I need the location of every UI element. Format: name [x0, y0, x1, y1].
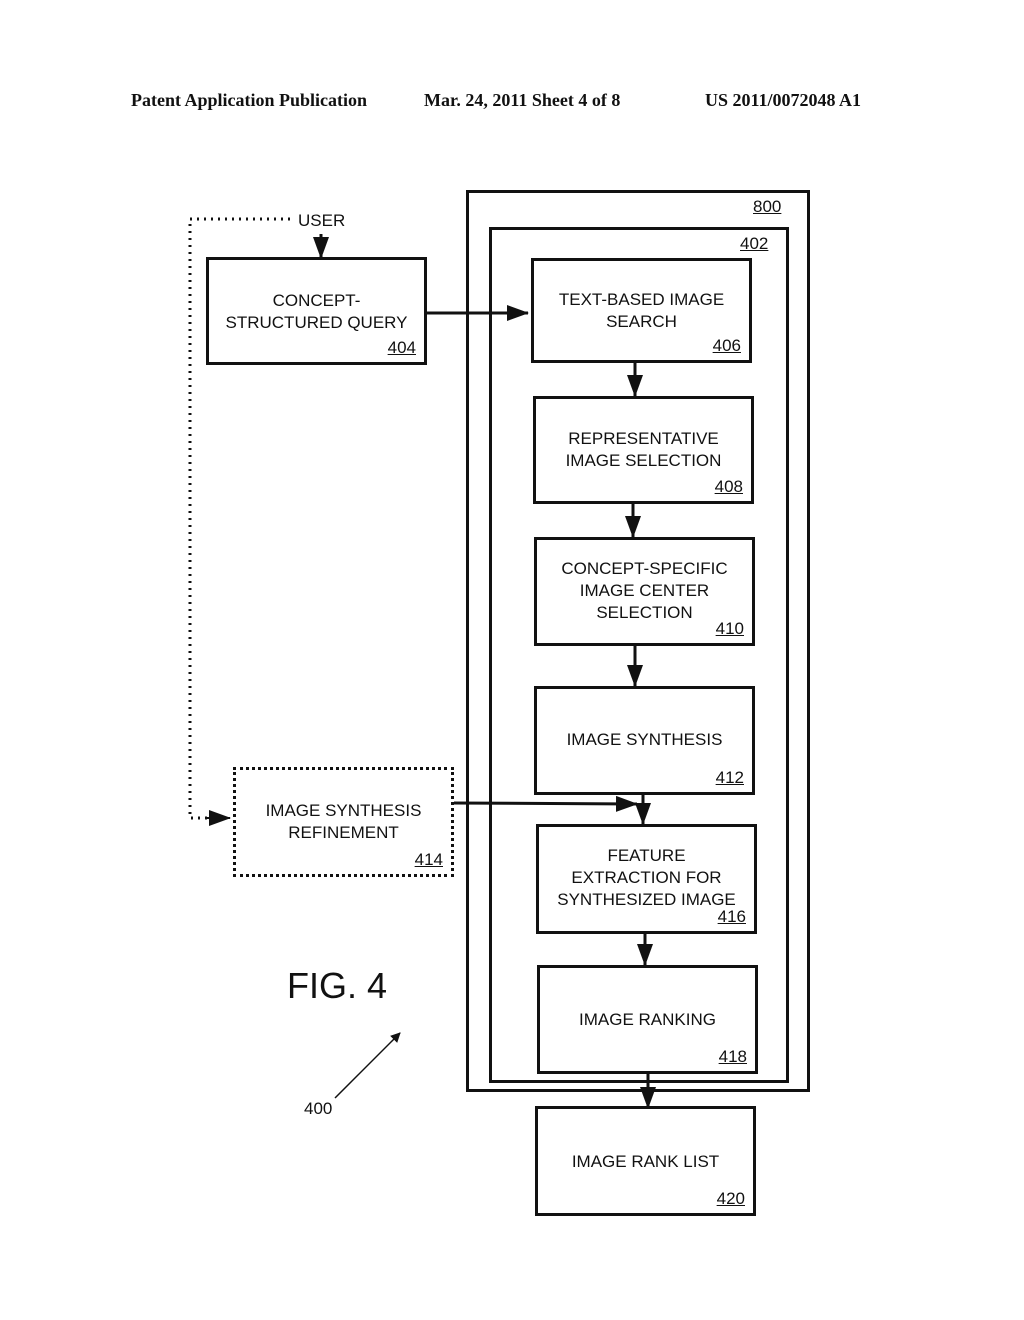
- box-418-text: IMAGE RANKING: [579, 1010, 716, 1029]
- box-416-text: FEATURE EXTRACTION FOR SYNTHESIZED IMAGE: [557, 846, 736, 909]
- box-406-text: TEXT-BASED IMAGE SEARCH: [558, 290, 725, 331]
- box-408-representative-image-selection: REPRESENTATIVE IMAGE SELECTION 408: [533, 396, 754, 504]
- box-418-image-ranking: IMAGE RANKING 418: [537, 965, 758, 1074]
- box-414-text: IMAGE SYNTHESIS REFINEMENT: [265, 801, 422, 842]
- box-420-image-rank-list: IMAGE RANK LIST 420: [535, 1106, 756, 1216]
- connectors: [188, 217, 656, 1109]
- box-420-ref: 420: [716, 1189, 745, 1208]
- user-label: USER: [298, 211, 346, 230]
- box-412-text: IMAGE SYNTHESIS: [566, 730, 723, 749]
- box-410-concept-specific-center-selection: CONCEPT-SPECIFIC IMAGE CENTER SELECTION …: [534, 537, 755, 646]
- box-404-ref: 404: [387, 338, 416, 357]
- box-412-image-synthesis: IMAGE SYNTHESIS 412: [534, 686, 755, 795]
- box-406-text-based-image-search: TEXT-BASED IMAGE SEARCH 406: [531, 258, 752, 363]
- box-420-text: IMAGE RANK LIST: [571, 1152, 720, 1171]
- box-410-ref: 410: [715, 619, 744, 638]
- figure-title: FIG. 4: [287, 965, 388, 1006]
- box-416-feature-extraction: FEATURE EXTRACTION FOR SYNTHESIZED IMAGE…: [536, 824, 757, 934]
- arrow-414-416: [451, 795, 638, 812]
- box-414-ref: 414: [414, 850, 443, 869]
- box-404-concept-structured-query: CONCEPT- STRUCTURED QUERY 404: [206, 257, 427, 365]
- box-416-ref: 416: [717, 907, 746, 926]
- ref-400-pointer: [334, 1032, 401, 1099]
- box-408-text: REPRESENTATIVE IMAGE SELECTION: [565, 429, 722, 470]
- box-412-ref: 412: [715, 768, 744, 787]
- box-404-text: CONCEPT- STRUCTURED QUERY: [225, 291, 408, 332]
- box-410-text: CONCEPT-SPECIFIC IMAGE CENTER SELECTION: [561, 559, 728, 622]
- box-414-image-synthesis-refinement: IMAGE SYNTHESIS REFINEMENT 414: [233, 767, 454, 877]
- box-418-ref: 418: [718, 1047, 747, 1066]
- box-406-ref: 406: [712, 336, 741, 355]
- box-408-ref: 408: [714, 477, 743, 496]
- figure-ref-400: 400: [304, 1099, 333, 1118]
